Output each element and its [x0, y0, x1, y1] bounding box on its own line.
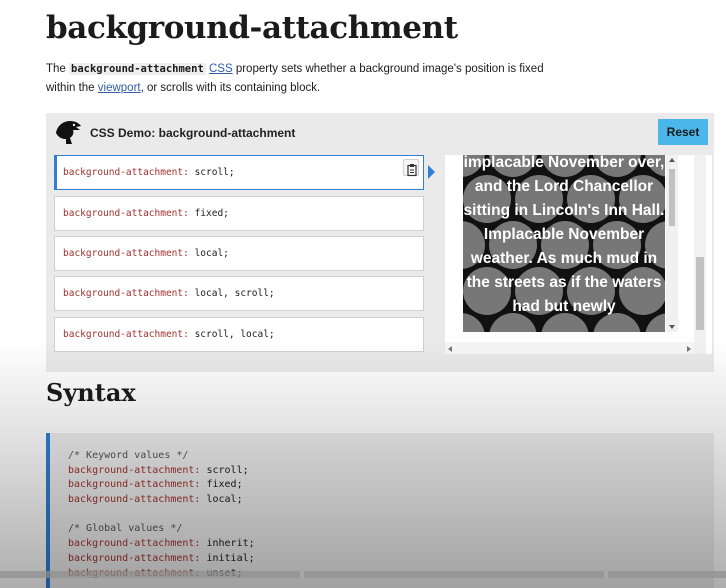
viewport-link[interactable]: viewport	[98, 82, 141, 94]
inner-scrollbar[interactable]	[666, 155, 678, 332]
demo-title: CSS Demo: background-attachment	[90, 126, 296, 140]
choice-property: background-attachment:	[63, 208, 189, 219]
choice-local[interactable]: background-attachment: local;	[54, 236, 424, 271]
code-comment: /* Keyword values */	[68, 450, 189, 461]
code-value: local;	[200, 494, 243, 506]
code-value: inherit;	[200, 538, 255, 550]
code-line: background-attachment: inherit;	[68, 537, 714, 552]
choice-property: background-attachment:	[63, 167, 189, 178]
output-text: implacable November over, and the Lord C…	[463, 155, 665, 315]
css-link[interactable]: CSS	[209, 63, 233, 75]
choice-value: scroll, local;	[188, 329, 275, 340]
syntax-heading: Syntax	[46, 378, 136, 407]
code-property: background-attachment:	[68, 479, 201, 491]
syntax-code-block: /* Keyword values */ background-attachme…	[46, 433, 714, 588]
output-box[interactable]: implacable November over, and the Lord C…	[463, 155, 665, 332]
property-code: background-attachment	[69, 63, 206, 75]
intro-text: , or scrolls with its containing block.	[140, 82, 321, 94]
bottom-strip	[0, 571, 726, 578]
choice-local-scroll[interactable]: background-attachment: local, scroll;	[54, 276, 424, 311]
clipboard-icon[interactable]	[403, 159, 419, 177]
page-title: background-attachment	[46, 10, 458, 46]
intro-paragraph: The background-attachment CSS property s…	[46, 60, 566, 98]
code-property: background-attachment:	[68, 552, 201, 564]
demo-header: CSS Demo: background-attachment Reset	[46, 113, 714, 153]
code-value: fixed;	[200, 479, 243, 491]
code-line: background-attachment: initial;	[68, 552, 714, 567]
choice-property: background-attachment:	[63, 248, 189, 259]
choice-value: fixed;	[188, 208, 229, 219]
code-line: background-attachment: fixed;	[68, 478, 714, 493]
choice-scroll-local[interactable]: background-attachment: scroll, local;	[54, 317, 424, 352]
choice-property: background-attachment:	[63, 329, 189, 340]
mdn-dinosaur-icon	[56, 121, 81, 144]
horizontal-scrollbar[interactable]	[445, 342, 694, 354]
code-property: background-attachment:	[68, 538, 201, 550]
triangle-right-icon	[428, 165, 435, 179]
code-comment: /* Global values */	[68, 523, 183, 535]
choice-value: scroll;	[188, 167, 235, 178]
code-value: initial;	[200, 552, 255, 564]
output-frame: implacable November over, and the Lord C…	[445, 155, 712, 354]
intro-text: The	[46, 63, 70, 75]
code-line: background-attachment: scroll;	[68, 464, 714, 479]
code-property: background-attachment:	[68, 464, 201, 476]
choice-property: background-attachment:	[63, 288, 189, 299]
outer-scrollbar[interactable]	[694, 155, 706, 354]
interactive-demo: CSS Demo: background-attachment Reset ba…	[46, 113, 714, 372]
code-line: background-attachment: local;	[68, 493, 714, 508]
code-property: background-attachment:	[68, 494, 201, 506]
choice-fixed[interactable]: background-attachment: fixed;	[54, 196, 424, 231]
choice-scroll[interactable]: background-attachment: scroll;	[54, 155, 424, 190]
choice-value: local;	[188, 248, 229, 259]
choice-value: local, scroll;	[188, 288, 275, 299]
reset-button[interactable]: Reset	[658, 119, 708, 145]
code-value: scroll;	[200, 464, 249, 476]
